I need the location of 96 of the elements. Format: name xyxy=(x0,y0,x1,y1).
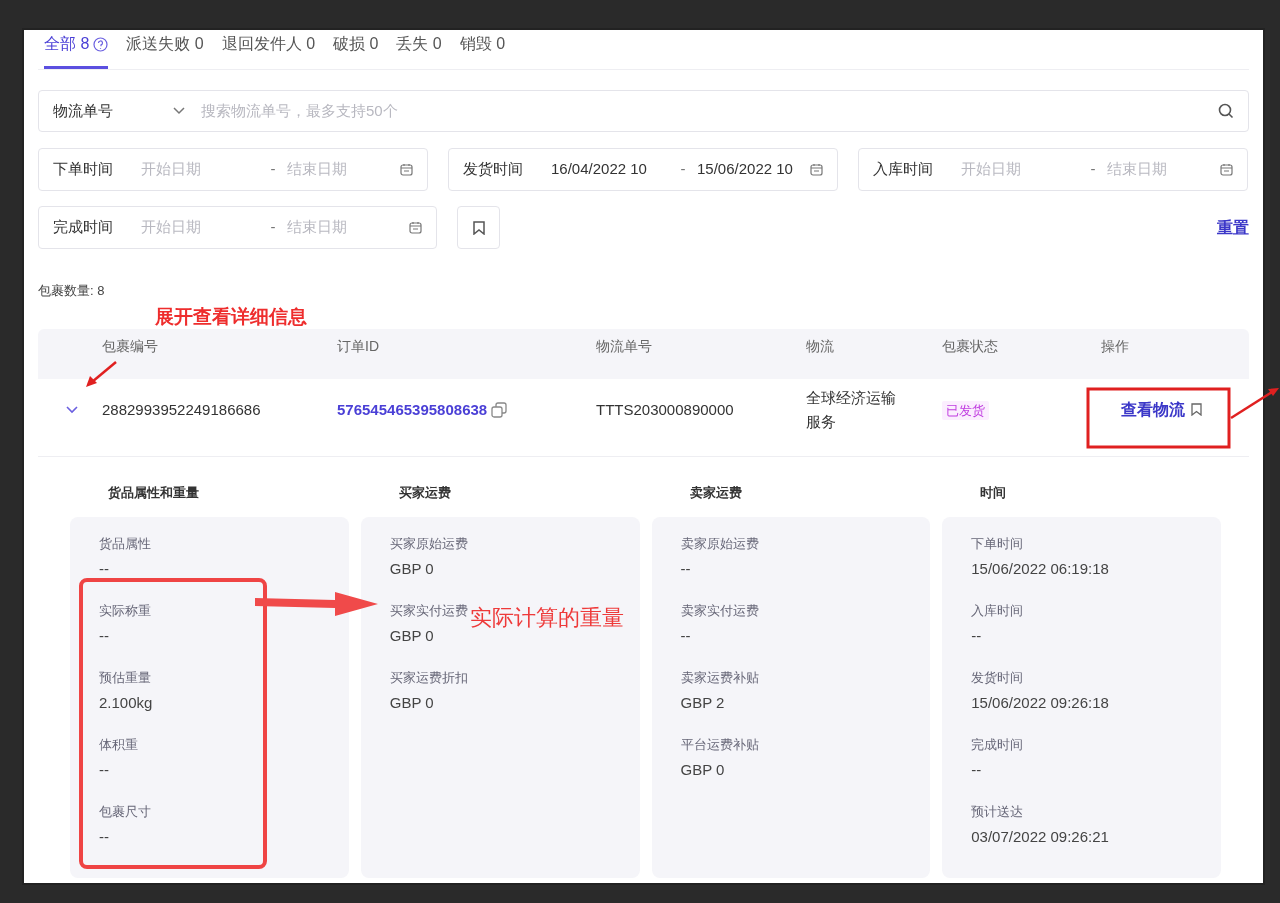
field-label: 包裹尺寸 xyxy=(99,802,151,820)
annotation-arrow xyxy=(86,361,117,387)
order-id-link[interactable]: 576545465395808638 xyxy=(337,398,488,421)
field-value: GBP 0 xyxy=(680,760,725,778)
date-filter-label: 完成时间 xyxy=(53,217,114,238)
date-placeholder: 开始日期 xyxy=(141,217,202,238)
date-range-field[interactable]: 下单时间 开始日期 - 结束日期 xyxy=(38,148,428,191)
status-tag: 已发货 xyxy=(942,400,989,420)
column-header: 订单ID xyxy=(337,336,380,356)
annotation-text: 实际计算的重量 xyxy=(470,604,624,632)
field-value: GBP 2 xyxy=(680,693,725,711)
field-label: 发货时间 xyxy=(971,668,1024,686)
help-icon[interactable] xyxy=(93,36,109,52)
field-value: -- xyxy=(99,760,109,778)
field-label: 卖家运费补贴 xyxy=(680,668,759,686)
search-field[interactable]: 物流单号 搜索物流单号，最多支持50个 xyxy=(38,90,1249,132)
search-icon[interactable] xyxy=(1218,103,1234,119)
section-title: 买家运费 xyxy=(397,483,452,502)
filter-tab[interactable]: 丢失 0 xyxy=(396,32,442,69)
field-label: 预估重量 xyxy=(99,668,151,686)
table-cell-text: 全球经济运输服务 xyxy=(806,387,897,432)
range-separator: - xyxy=(679,159,687,180)
range-separator: - xyxy=(269,217,277,238)
table-cell-text: TTTS203000890000 xyxy=(596,399,735,420)
filter-tab[interactable]: 全部 8 xyxy=(44,32,109,69)
bookmark-icon xyxy=(472,220,485,235)
field-value: -- xyxy=(971,760,982,778)
annotation-text: 展开查看详细信息 xyxy=(155,305,307,329)
range-separator: - xyxy=(1089,159,1097,180)
date-range-field[interactable]: 入库时间 开始日期 - 结束日期 xyxy=(858,148,1248,191)
calendar-icon xyxy=(810,163,823,176)
filter-tab[interactable]: 破损 0 xyxy=(333,32,379,69)
field-value: -- xyxy=(971,626,982,644)
filter-tab[interactable]: 销毁 0 xyxy=(459,32,506,69)
calendar-icon xyxy=(409,221,422,234)
field-value: -- xyxy=(99,827,109,845)
date-placeholder: 开始日期 xyxy=(141,159,202,180)
date-placeholder: 开始日期 xyxy=(961,159,1022,180)
copy-icon[interactable] xyxy=(491,401,508,418)
calendar-icon xyxy=(1220,163,1233,176)
field-value: GBP 0 xyxy=(389,559,434,577)
field-label: 下单时间 xyxy=(971,534,1024,552)
reset-link[interactable]: 重置 xyxy=(1217,215,1249,240)
section-title: 货品属性和重量 xyxy=(107,483,200,502)
date-value: 15/06/2022 10 xyxy=(697,159,794,180)
field-value: 03/07/2022 09:26:21 xyxy=(971,827,1109,845)
date-range-field[interactable]: 发货时间 16/04/2022 10 - 15/06/2022 10 xyxy=(448,148,838,191)
column-header: 物流单号 xyxy=(596,336,653,356)
field-label: 卖家实付运费 xyxy=(680,601,759,619)
search-type-select[interactable]: 物流单号 xyxy=(53,99,173,123)
column-header: 包裹编号 xyxy=(102,336,159,356)
package-count: 包裹数量: 8 xyxy=(38,282,106,300)
field-label: 体积重 xyxy=(99,735,138,753)
field-value: -- xyxy=(99,626,109,644)
date-placeholder: 结束日期 xyxy=(1107,159,1168,180)
field-label: 入库时间 xyxy=(971,601,1024,619)
field-value: 15/06/2022 09:26:18 xyxy=(971,693,1109,711)
section-title: 卖家运费 xyxy=(688,483,743,502)
chevron-down-icon xyxy=(173,107,185,115)
annotation-arrow xyxy=(1230,388,1279,420)
field-value: GBP 0 xyxy=(389,693,434,711)
field-value: 15/06/2022 06:19:18 xyxy=(971,559,1109,577)
section-title: 时间 xyxy=(979,483,1008,502)
field-value: -- xyxy=(680,559,691,577)
field-label: 买家运费折扣 xyxy=(389,668,468,686)
field-value: GBP 0 xyxy=(389,626,434,644)
date-placeholder: 结束日期 xyxy=(287,159,348,180)
date-placeholder: 结束日期 xyxy=(287,217,348,238)
date-filter-label: 发货时间 xyxy=(463,159,524,180)
date-range-field[interactable]: 完成时间 开始日期 - 结束日期 xyxy=(38,206,437,249)
table-cell-text: 2882993952249186686 xyxy=(102,399,262,420)
chevron-down-icon xyxy=(66,405,78,414)
column-header: 操作 xyxy=(1101,336,1130,356)
field-value: 2.100kg xyxy=(99,693,153,711)
field-label: 完成时间 xyxy=(971,735,1024,753)
field-label: 卖家原始运费 xyxy=(680,534,759,552)
view-logistics-link[interactable]: 查看物流 xyxy=(1121,397,1185,422)
field-value: -- xyxy=(99,559,109,577)
date-value: 16/04/2022 10 xyxy=(551,159,648,180)
range-separator: - xyxy=(269,159,277,180)
date-filter-label: 下单时间 xyxy=(53,159,114,180)
field-label: 货品属性 xyxy=(99,534,151,552)
field-label: 买家实付运费 xyxy=(389,601,468,619)
field-label: 预计送达 xyxy=(971,802,1024,820)
date-filter-label: 入库时间 xyxy=(873,159,934,180)
field-label: 平台运费补贴 xyxy=(680,735,759,753)
field-label: 买家原始运费 xyxy=(389,534,468,552)
bookmark-button[interactable] xyxy=(457,206,500,249)
filter-tab[interactable]: 退回发件人 0 xyxy=(221,32,316,69)
field-label: 实际称重 xyxy=(99,601,151,619)
column-header: 物流 xyxy=(806,336,835,356)
calendar-icon xyxy=(400,163,413,176)
field-value: -- xyxy=(680,626,691,644)
bookmark-icon[interactable] xyxy=(1191,403,1202,417)
filter-tab[interactable]: 派送失败 0 xyxy=(126,32,204,69)
column-header: 包裹状态 xyxy=(942,336,999,356)
